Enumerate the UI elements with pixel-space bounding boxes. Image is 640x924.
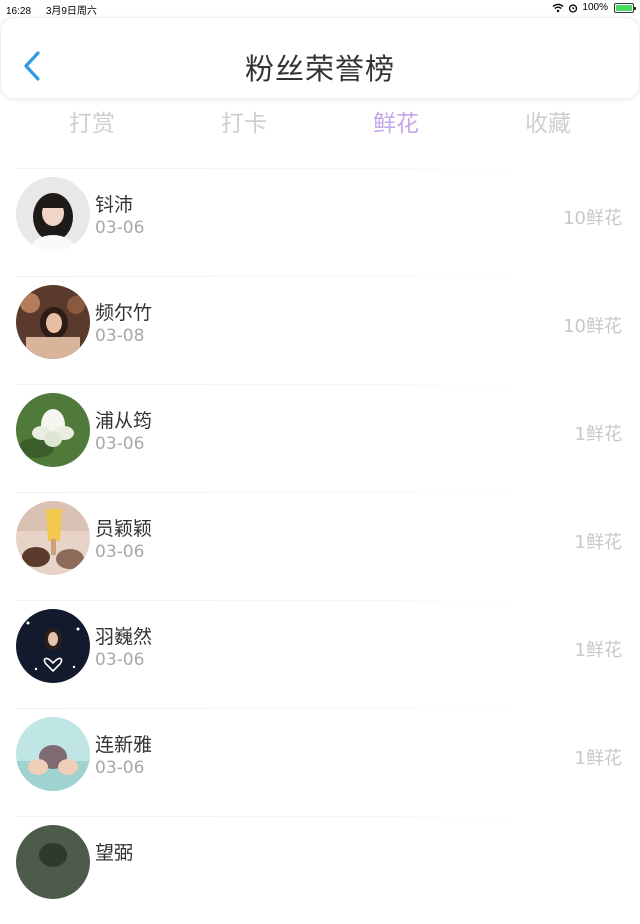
fan-name: 钭沛 — [95, 194, 134, 216]
tab-flowers[interactable]: 鲜花 — [320, 104, 472, 138]
status-bar: 16:28 3月9日周六 100% — [0, 0, 640, 17]
list-item[interactable]: 钭沛 03-06 10鲜花 — [0, 168, 640, 276]
wifi-icon — [552, 3, 564, 13]
status-date: 3月9日周六 — [45, 6, 97, 17]
avatar — [16, 609, 90, 683]
fan-date: 03-06 — [95, 758, 145, 778]
divider — [16, 708, 546, 709]
avatar — [16, 501, 90, 575]
tab-favorites[interactable]: 收藏 — [472, 104, 624, 138]
flower-count: 1鲜花 — [574, 424, 622, 445]
fan-name: 望弼 — [95, 842, 134, 864]
avatar — [16, 393, 90, 467]
battery-icon — [614, 2, 636, 13]
tab-checkin[interactable]: 打卡 — [168, 104, 320, 138]
status-left: 16:28 3月9日周六 — [6, 2, 97, 17]
fan-date: 03-06 — [95, 650, 145, 670]
fan-name: 频尔竹 — [95, 302, 153, 324]
divider — [16, 384, 546, 385]
divider — [16, 600, 546, 601]
status-right: 100% — [552, 2, 636, 13]
flower-count: 1鲜花 — [574, 640, 622, 661]
avatar — [16, 825, 90, 899]
divider — [16, 168, 546, 169]
list-item[interactable]: 望弼 — [0, 816, 640, 924]
fan-name: 连新雅 — [95, 734, 153, 756]
list-item[interactable]: 浦从筠 03-06 1鲜花 — [0, 384, 640, 492]
flower-count: 1鲜花 — [574, 748, 622, 769]
divider — [16, 816, 546, 817]
fan-name: 羽巍然 — [95, 626, 153, 648]
fan-date: 03-08 — [95, 326, 145, 346]
fan-name: 浦从筠 — [95, 410, 153, 432]
avatar — [16, 717, 90, 791]
nav-bar: 粉丝荣誉榜 — [0, 17, 640, 99]
list-item[interactable]: 连新雅 03-06 1鲜花 — [0, 708, 640, 816]
flower-count: 10鲜花 — [563, 316, 622, 337]
tab-reward[interactable]: 打赏 — [16, 104, 168, 138]
flower-count: 1鲜花 — [574, 532, 622, 553]
status-time: 16:28 — [6, 6, 32, 17]
list-item[interactable]: 频尔竹 03-08 10鲜花 — [0, 276, 640, 384]
fan-name: 员颖颖 — [95, 518, 153, 540]
divider — [16, 276, 546, 277]
fan-date: 03-06 — [95, 542, 145, 562]
page-title: 粉丝荣誉榜 — [244, 52, 395, 86]
avatar — [16, 285, 90, 359]
fan-date: 03-06 — [95, 218, 145, 238]
fan-date: 03-06 — [95, 434, 145, 454]
tab-bar: 打赏 打卡 鲜花 收藏 — [0, 104, 640, 144]
divider — [16, 492, 546, 493]
list-item[interactable]: 员颖颖 03-06 1鲜花 — [0, 492, 640, 600]
avatar — [16, 177, 90, 251]
alarm-icon — [568, 3, 578, 13]
battery-percent: 100% — [582, 2, 608, 13]
flower-count: 10鲜花 — [563, 208, 622, 229]
list-item[interactable]: 羽巍然 03-06 1鲜花 — [0, 600, 640, 708]
